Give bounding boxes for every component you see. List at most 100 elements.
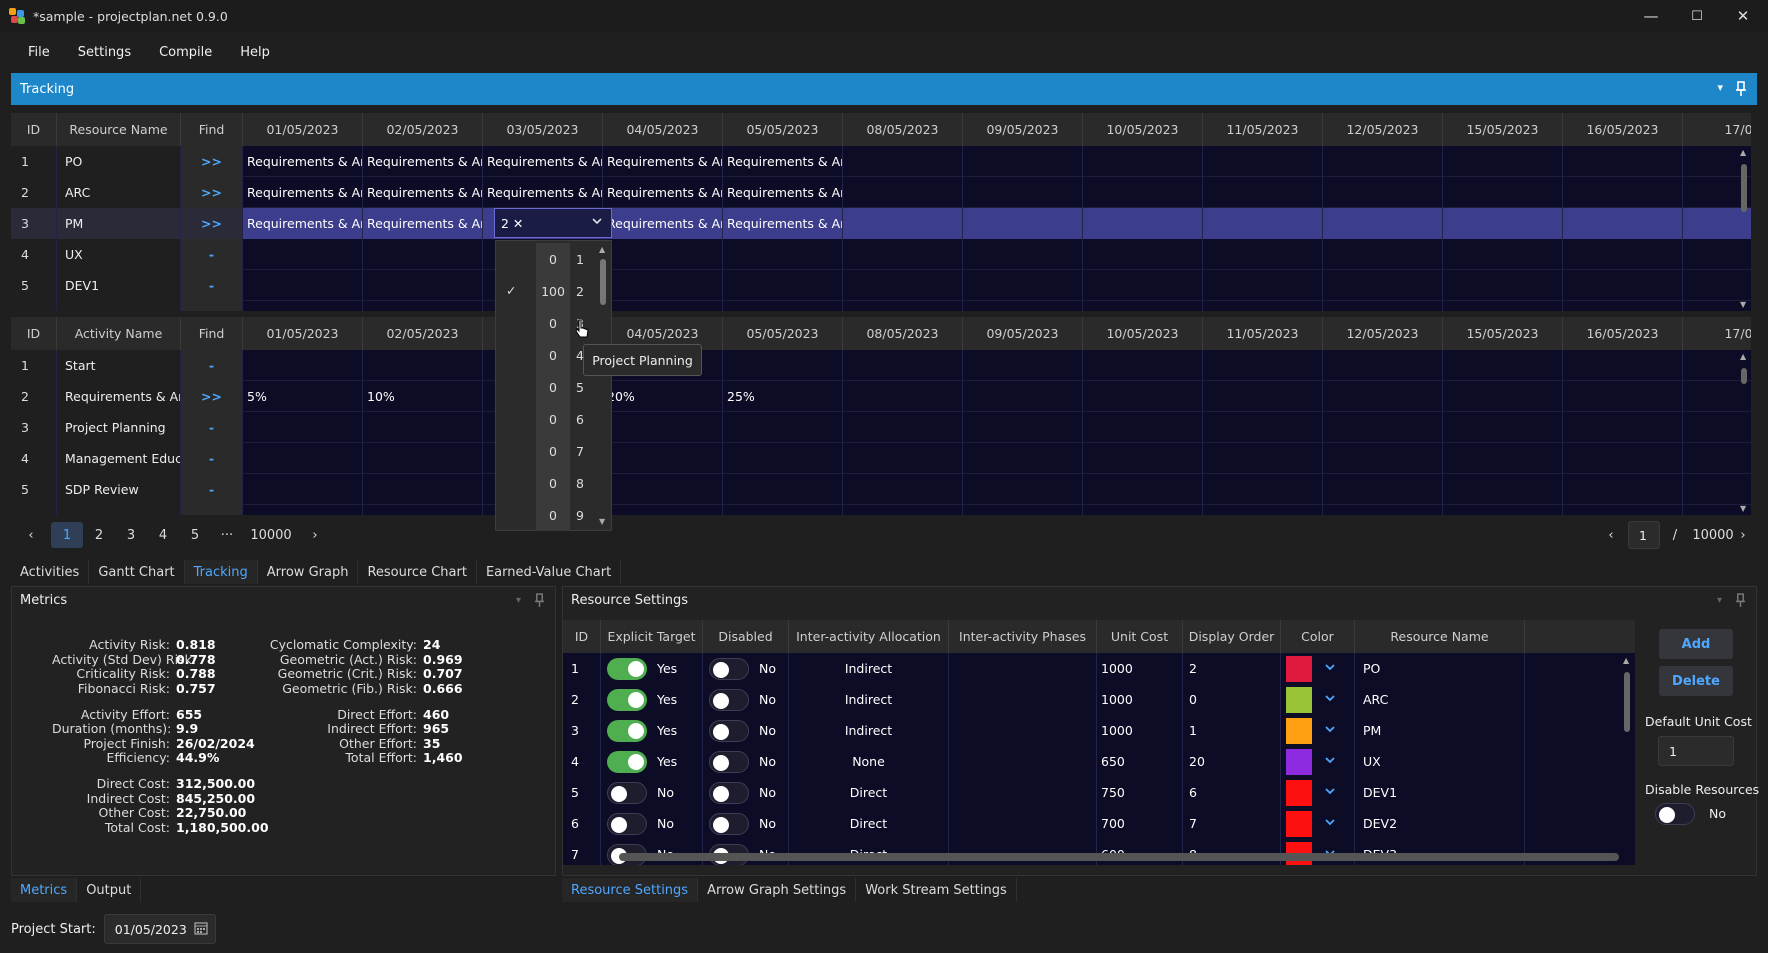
allocation-cell[interactable]: Direct	[789, 777, 949, 808]
day-cell[interactable]: Requirements & Arc	[363, 146, 483, 177]
phases-cell[interactable]	[949, 715, 1097, 746]
explicit-target-toggle[interactable]	[607, 781, 647, 804]
day-cell[interactable]: 20%	[603, 381, 723, 412]
day-cell[interactable]	[603, 239, 723, 270]
day-cell[interactable]: Requirements & Arc	[243, 177, 363, 208]
day-cell[interactable]	[1443, 270, 1563, 301]
color-chevron-down-icon[interactable]	[1324, 723, 1336, 738]
day-cell[interactable]	[1443, 443, 1563, 474]
default-unit-cost-input[interactable]: 1	[1658, 736, 1734, 766]
find-button[interactable]: >>	[181, 208, 243, 239]
day-cell[interactable]: Requirements & Arc	[363, 208, 483, 239]
day-cell[interactable]: Requirements & Arc	[483, 177, 603, 208]
color-swatch[interactable]	[1286, 810, 1312, 837]
menu-help[interactable]: Help	[226, 45, 284, 60]
dd-scroll-up-icon[interactable]: ▲	[599, 245, 605, 254]
day-cell[interactable]: Requirements & Arc	[603, 146, 723, 177]
tab-item[interactable]: Earned-Value Chart	[477, 560, 622, 584]
day-cell[interactable]	[1563, 177, 1683, 208]
day-cell[interactable]	[843, 239, 963, 270]
disabled-toggle[interactable]	[709, 812, 749, 835]
table-row[interactable]: 1 PO >> Requirements & Arc Requirements & Ar…	[11, 146, 1751, 177]
day-cell[interactable]	[723, 270, 843, 301]
day-cell[interactable]	[843, 177, 963, 208]
find-button[interactable]: -	[181, 239, 243, 270]
day-cell[interactable]	[1083, 350, 1203, 381]
minimize-button[interactable]: —	[1628, 0, 1674, 32]
day-cell[interactable]	[963, 381, 1083, 412]
metrics-pin-icon[interactable]	[534, 593, 545, 611]
tab-item[interactable]: Arrow Graph	[258, 560, 359, 584]
day-cell[interactable]	[1563, 350, 1683, 381]
project-start-date-input[interactable]: 01/05/2023	[103, 914, 216, 944]
day-cell[interactable]	[843, 350, 963, 381]
tab-item[interactable]: Arrow Graph Settings	[698, 878, 857, 902]
day-cell[interactable]	[843, 270, 963, 301]
day-cell[interactable]	[243, 474, 363, 505]
resource-name-cell[interactable]: DEV3	[1355, 839, 1525, 865]
explicit-target-toggle[interactable]	[607, 657, 647, 680]
rs-pin-icon[interactable]	[1735, 593, 1746, 611]
day-cell[interactable]	[1563, 270, 1683, 301]
menu-compile[interactable]: Compile	[145, 45, 226, 60]
tab-item[interactable]: Output	[77, 878, 142, 902]
menu-file[interactable]: File	[14, 45, 64, 60]
day-cell[interactable]	[1443, 412, 1563, 443]
tab-item[interactable]: Work Stream Settings	[856, 878, 1017, 902]
find-button[interactable]: -	[181, 350, 243, 381]
day-cell[interactable]	[1083, 239, 1203, 270]
day-cell[interactable]	[843, 208, 963, 239]
dd-scroll-down-icon[interactable]: ▼	[599, 517, 605, 526]
panel-menu-chevron-icon[interactable]: ▾	[1717, 81, 1723, 100]
table-row[interactable]: 4 UX -	[11, 239, 1751, 270]
explicit-target-toggle[interactable]	[607, 812, 647, 835]
dropdown-option[interactable]: 08	[496, 467, 613, 499]
find-button[interactable]: -	[181, 474, 243, 505]
display-order-cell[interactable]: 1	[1183, 715, 1281, 746]
day-cell[interactable]	[723, 239, 843, 270]
color-chevron-down-icon[interactable]	[1324, 785, 1336, 800]
pager-right-next-button[interactable]: ›	[1727, 516, 1759, 554]
day-cell[interactable]	[1203, 177, 1323, 208]
day-cell[interactable]	[723, 505, 843, 515]
dd-scroll-thumb[interactable]	[600, 259, 606, 305]
page-2-button[interactable]: 2	[83, 516, 115, 554]
day-cell[interactable]	[1443, 505, 1563, 515]
allocation-cell[interactable]: Direct	[789, 839, 949, 865]
day-cell[interactable]	[1203, 350, 1323, 381]
page-5-button[interactable]: 5	[179, 516, 211, 554]
day-cell[interactable]	[1323, 350, 1443, 381]
tab-item[interactable]: Resource Settings	[562, 878, 699, 902]
day-cell[interactable]	[363, 474, 483, 505]
day-cell[interactable]	[1443, 474, 1563, 505]
day-cell[interactable]	[603, 412, 723, 443]
add-resource-button[interactable]: Add	[1659, 629, 1733, 659]
day-cell[interactable]	[1563, 239, 1683, 270]
day-cell[interactable]: Requirements & Arc	[363, 177, 483, 208]
table-row[interactable]: 3 PM >> Requirements & Arc Requirements & Ar…	[11, 208, 1751, 239]
day-cell[interactable]	[1323, 301, 1443, 311]
day-cell[interactable]	[363, 350, 483, 381]
resource-name-cell[interactable]: DEV1	[1355, 777, 1525, 808]
day-cell[interactable]	[1443, 239, 1563, 270]
day-cell[interactable]	[1083, 381, 1203, 412]
allocation-cell[interactable]: Indirect	[789, 715, 949, 746]
disabled-toggle[interactable]	[709, 750, 749, 773]
phases-cell[interactable]	[949, 777, 1097, 808]
day-cell[interactable]	[1203, 301, 1323, 311]
day-cell[interactable]	[363, 505, 483, 515]
tab-item[interactable]: Tracking	[184, 560, 258, 584]
allocation-cell[interactable]: Indirect	[789, 684, 949, 715]
day-cell[interactable]	[843, 301, 963, 311]
find-button[interactable]: -	[181, 412, 243, 443]
allocation-cell[interactable]: None	[789, 746, 949, 777]
day-cell[interactable]	[963, 350, 1083, 381]
delete-resource-button[interactable]: Delete	[1659, 666, 1733, 696]
display-order-cell[interactable]: 8	[1183, 839, 1281, 865]
resource-name-cell[interactable]: PM	[1355, 715, 1525, 746]
day-cell[interactable]	[1563, 301, 1683, 311]
day-cell[interactable]: Requirements & Arc	[723, 177, 843, 208]
day-cell[interactable]	[1203, 381, 1323, 412]
tab-item[interactable]: Metrics	[11, 878, 78, 902]
page-4-button[interactable]: 4	[147, 516, 179, 554]
